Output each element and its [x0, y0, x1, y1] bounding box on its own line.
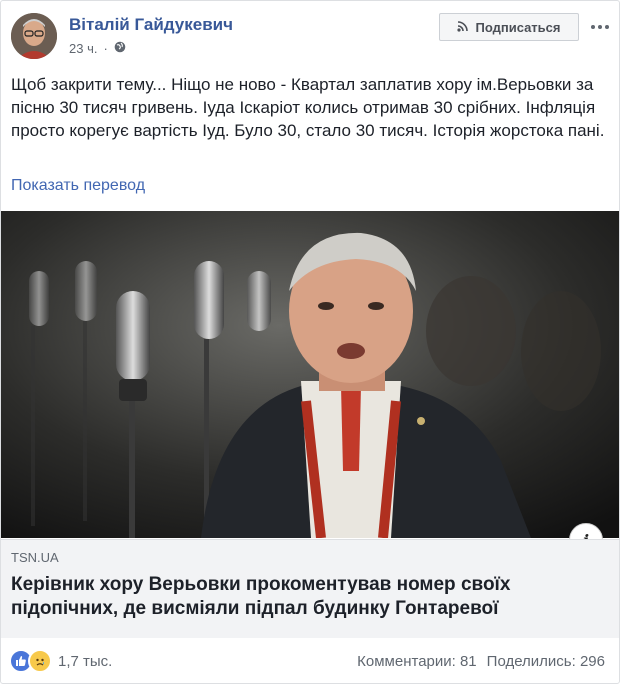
subscribe-label: Подписаться — [475, 19, 561, 35]
reactions[interactable]: 1,7 тыс. — [9, 649, 112, 673]
author-name[interactable]: Віталій Гайдукевич — [69, 15, 233, 35]
comments-count[interactable]: Комментарии: 81 — [357, 653, 477, 670]
globe-icon — [114, 41, 126, 56]
sad-icon — [28, 649, 52, 673]
post-header: Віталій Гайдукевич 23 ч. · Подписаться — [1, 1, 619, 67]
post-image[interactable] — [1, 211, 619, 538]
subscribe-button[interactable]: Подписаться — [439, 13, 579, 41]
link-headline[interactable]: Керівник хору Верьовки прокоментував ном… — [11, 573, 601, 621]
rss-icon — [457, 20, 469, 35]
post-card: Віталій Гайдукевич 23 ч. · Подписаться Щ… — [0, 0, 620, 684]
post-meta: 23 ч. · — [69, 41, 126, 56]
shares-count[interactable]: Поделились: 296 — [487, 653, 605, 670]
translate-link[interactable]: Показать перевод — [11, 177, 145, 195]
reaction-count: 1,7 тыс. — [58, 652, 113, 670]
avatar[interactable] — [11, 13, 57, 59]
more-icon[interactable] — [589, 17, 611, 37]
post-stats: Комментарии: 81 Поделились: 296 — [357, 653, 605, 670]
post-text: Щоб закрити тему... Ніщо не ново - Кварт… — [11, 75, 605, 140]
post-time[interactable]: 23 ч. — [69, 41, 97, 56]
post-footer: 1,7 тыс. Комментарии: 81 Поделились: 296 — [1, 645, 619, 679]
link-domain: TSN.UA — [11, 550, 59, 565]
link-preview[interactable]: TSN.UA Керівник хору Верьовки прокоменту… — [1, 539, 619, 638]
